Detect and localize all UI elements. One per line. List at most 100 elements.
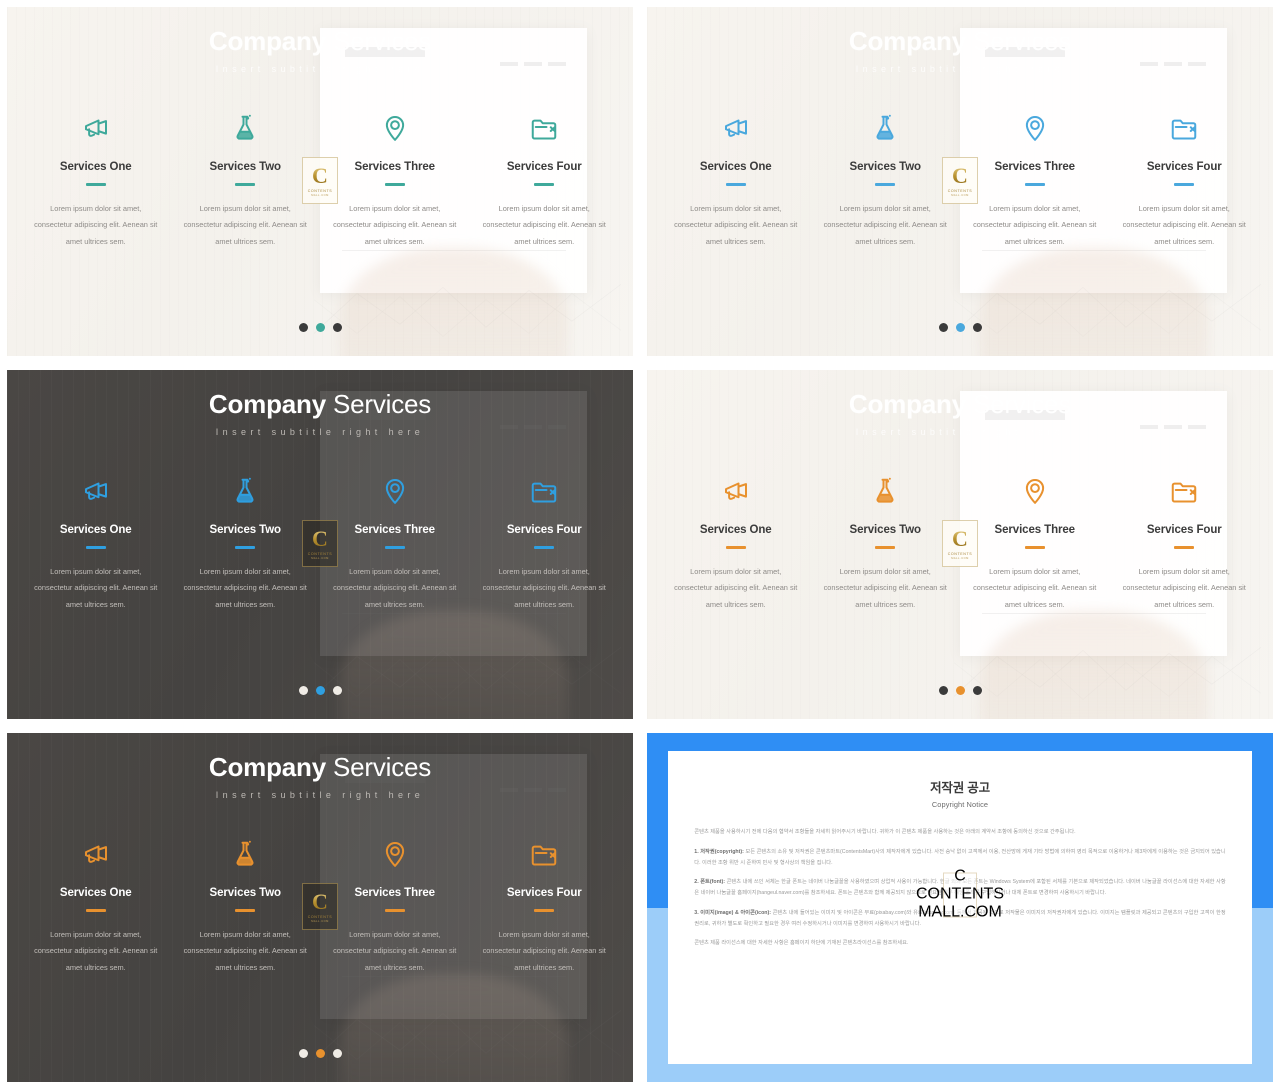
pagination-dot-3[interactable]	[332, 686, 342, 695]
location-pin-icon	[330, 470, 460, 512]
accent-rule	[534, 909, 555, 912]
service-column-4[interactable]: Services Four Lorem ipsum dolor sit amet,…	[1110, 470, 1260, 613]
slide-header: Company Services Insert subtitle right he…	[7, 753, 633, 800]
slide-2[interactable]: Company Services Insert subtitle right he…	[640, 0, 1280, 363]
copyright-section-1: 1. 저작권(copyright): 모든 콘텐츠의 소유 및 저작권은 콘텐츠…	[694, 848, 1226, 866]
service-title: Services Three	[354, 524, 436, 536]
service-column-4[interactable]: Services Four Lorem ipsum dolor sit amet,…	[470, 107, 620, 250]
watermark-line2: MALL.COM	[951, 556, 969, 560]
service-column-2[interactable]: Services Two Lorem ipsum dolor sit amet, …	[171, 833, 321, 976]
service-title: Services One	[59, 161, 132, 173]
brand-watermark: C CONTENTS MALL.COM	[942, 520, 978, 567]
pagination-dot-1[interactable]	[298, 323, 308, 332]
pagination-dots	[7, 1049, 633, 1058]
flask-icon	[821, 107, 951, 149]
service-description: Lorem ipsum dolor sit amet, consectetur …	[482, 929, 606, 972]
service-title: Services Three	[354, 887, 436, 899]
accent-rule	[85, 909, 106, 912]
service-column-2[interactable]: Services Two Lorem ipsum dolor sit amet, …	[171, 107, 321, 250]
pagination-dot-3[interactable]	[972, 323, 982, 332]
watermark-letter: C	[312, 525, 328, 551]
title-bold: Company	[848, 26, 966, 56]
pagination-dot-2[interactable]	[955, 686, 965, 695]
service-column-1[interactable]: Services One Lorem ipsum dolor sit amet, …	[21, 470, 171, 613]
service-column-1[interactable]: Services One Lorem ipsum dolor sit amet, …	[661, 107, 811, 250]
slide-copyright[interactable]: 저작권 공고 Copyright Notice 콘텐츠 제품을 사용하시기 전에 다…	[640, 726, 1280, 1089]
service-column-3[interactable]: Services Three Lorem ipsum dolor sit amet…	[320, 833, 470, 976]
service-description: Lorem ipsum dolor sit amet, consectetur …	[482, 566, 606, 609]
slide-header: Company Services Insert subtitle right he…	[647, 27, 1273, 74]
pagination-dot-3[interactable]	[332, 323, 342, 332]
service-title: Services Two	[849, 524, 922, 536]
accent-rule	[875, 183, 896, 186]
title-bold: Company	[848, 389, 966, 419]
service-title: Services Three	[354, 161, 436, 173]
service-column-4[interactable]: Services Four Lorem ipsum dolor sit amet,…	[1110, 107, 1260, 250]
pagination-dot-1[interactable]	[298, 1049, 308, 1058]
pagination-dot-3[interactable]	[332, 1049, 342, 1058]
accent-rule	[725, 183, 746, 186]
watermark-letter: C	[312, 162, 328, 188]
service-column-1[interactable]: Services One Lorem ipsum dolor sit amet, …	[661, 470, 811, 613]
service-column-2[interactable]: Services Two Lorem ipsum dolor sit amet, …	[811, 107, 961, 250]
accent-rule	[235, 909, 256, 912]
service-title: Services Two	[209, 887, 282, 899]
slide-subtitle: Insert subtitle right here	[855, 63, 1065, 74]
slide-4[interactable]: Company Services Insert subtitle right he…	[640, 363, 1280, 726]
service-column-3[interactable]: Services Three Lorem ipsum dolor sit amet…	[960, 470, 1110, 613]
megaphone-icon	[31, 833, 161, 875]
service-column-4[interactable]: Services Four Lorem ipsum dolor sit amet,…	[470, 470, 620, 613]
watermark-line2: MALL.COM	[311, 556, 329, 560]
title-light: Services	[325, 26, 432, 56]
watermark-line1: CONTENTS	[307, 914, 333, 919]
pagination-dot-1[interactable]	[298, 686, 308, 695]
service-column-1[interactable]: Services One Lorem ipsum dolor sit amet, …	[21, 833, 171, 976]
pagination-dot-2[interactable]	[315, 1049, 325, 1058]
pagination-dots	[647, 686, 1273, 695]
brand-watermark: C CONTENTS MALL.COM	[302, 520, 338, 567]
pagination-dots	[647, 323, 1273, 332]
flask-icon	[181, 107, 311, 149]
service-column-1[interactable]: Services One Lorem ipsum dolor sit amet, …	[21, 107, 171, 250]
title-light: Services	[325, 389, 432, 419]
service-column-4[interactable]: Services Four Lorem ipsum dolor sit amet,…	[470, 833, 620, 976]
title-bold: Company	[208, 752, 326, 782]
accent-rule	[384, 183, 405, 186]
pagination-dot-2[interactable]	[315, 686, 325, 695]
section-heading: 1. 저작권(copyright):	[694, 848, 744, 855]
folder-icon	[480, 833, 610, 875]
service-title: Services Two	[849, 161, 922, 173]
slide-5[interactable]: Company Services Insert subtitle right he…	[0, 726, 640, 1089]
pagination-dot-1[interactable]	[938, 323, 948, 332]
service-column-2[interactable]: Services Two Lorem ipsum dolor sit amet, …	[171, 470, 321, 613]
slide-subtitle: Insert subtitle right here	[215, 426, 425, 437]
service-column-3[interactable]: Services Three Lorem ipsum dolor sit amet…	[320, 470, 470, 613]
accent-rule	[235, 546, 256, 549]
service-description: Lorem ipsum dolor sit amet, consectetur …	[183, 203, 307, 246]
slide-1[interactable]: Company Services Insert subtitle right he…	[0, 0, 640, 363]
watermark-line1: CONTENTS	[916, 885, 1004, 903]
accent-rule	[1174, 183, 1195, 186]
service-title: Services Four	[506, 887, 582, 899]
accent-rule	[384, 546, 405, 549]
pagination-dot-1[interactable]	[938, 686, 948, 695]
service-description: Lorem ipsum dolor sit amet, consectetur …	[34, 566, 158, 609]
watermark-letter: C	[952, 162, 968, 188]
service-description: Lorem ipsum dolor sit amet, consectetur …	[34, 203, 158, 246]
service-title: Services Four	[1146, 524, 1222, 536]
section-heading: 3. 이미지(image) & 아이콘(icon):	[694, 909, 771, 916]
pagination-dot-2[interactable]	[315, 323, 325, 332]
slide-header: Company Services Insert subtitle right he…	[7, 27, 633, 74]
pagination-dot-3[interactable]	[972, 686, 982, 695]
service-column-2[interactable]: Services Two Lorem ipsum dolor sit amet, …	[811, 470, 961, 613]
brand-watermark: C CONTENTS MALL.COM	[302, 157, 338, 204]
service-description: Lorem ipsum dolor sit amet, consectetur …	[333, 929, 457, 972]
title-light: Services	[965, 389, 1072, 419]
watermark-line2: MALL.COM	[951, 193, 969, 197]
slide-3[interactable]: Company Services Insert subtitle right he…	[0, 363, 640, 726]
pagination-dot-2[interactable]	[955, 323, 965, 332]
watermark-line1: CONTENTS	[947, 551, 973, 556]
folder-icon	[480, 107, 610, 149]
service-column-3[interactable]: Services Three Lorem ipsum dolor sit amet…	[960, 107, 1110, 250]
service-column-3[interactable]: Services Three Lorem ipsum dolor sit amet…	[320, 107, 470, 250]
